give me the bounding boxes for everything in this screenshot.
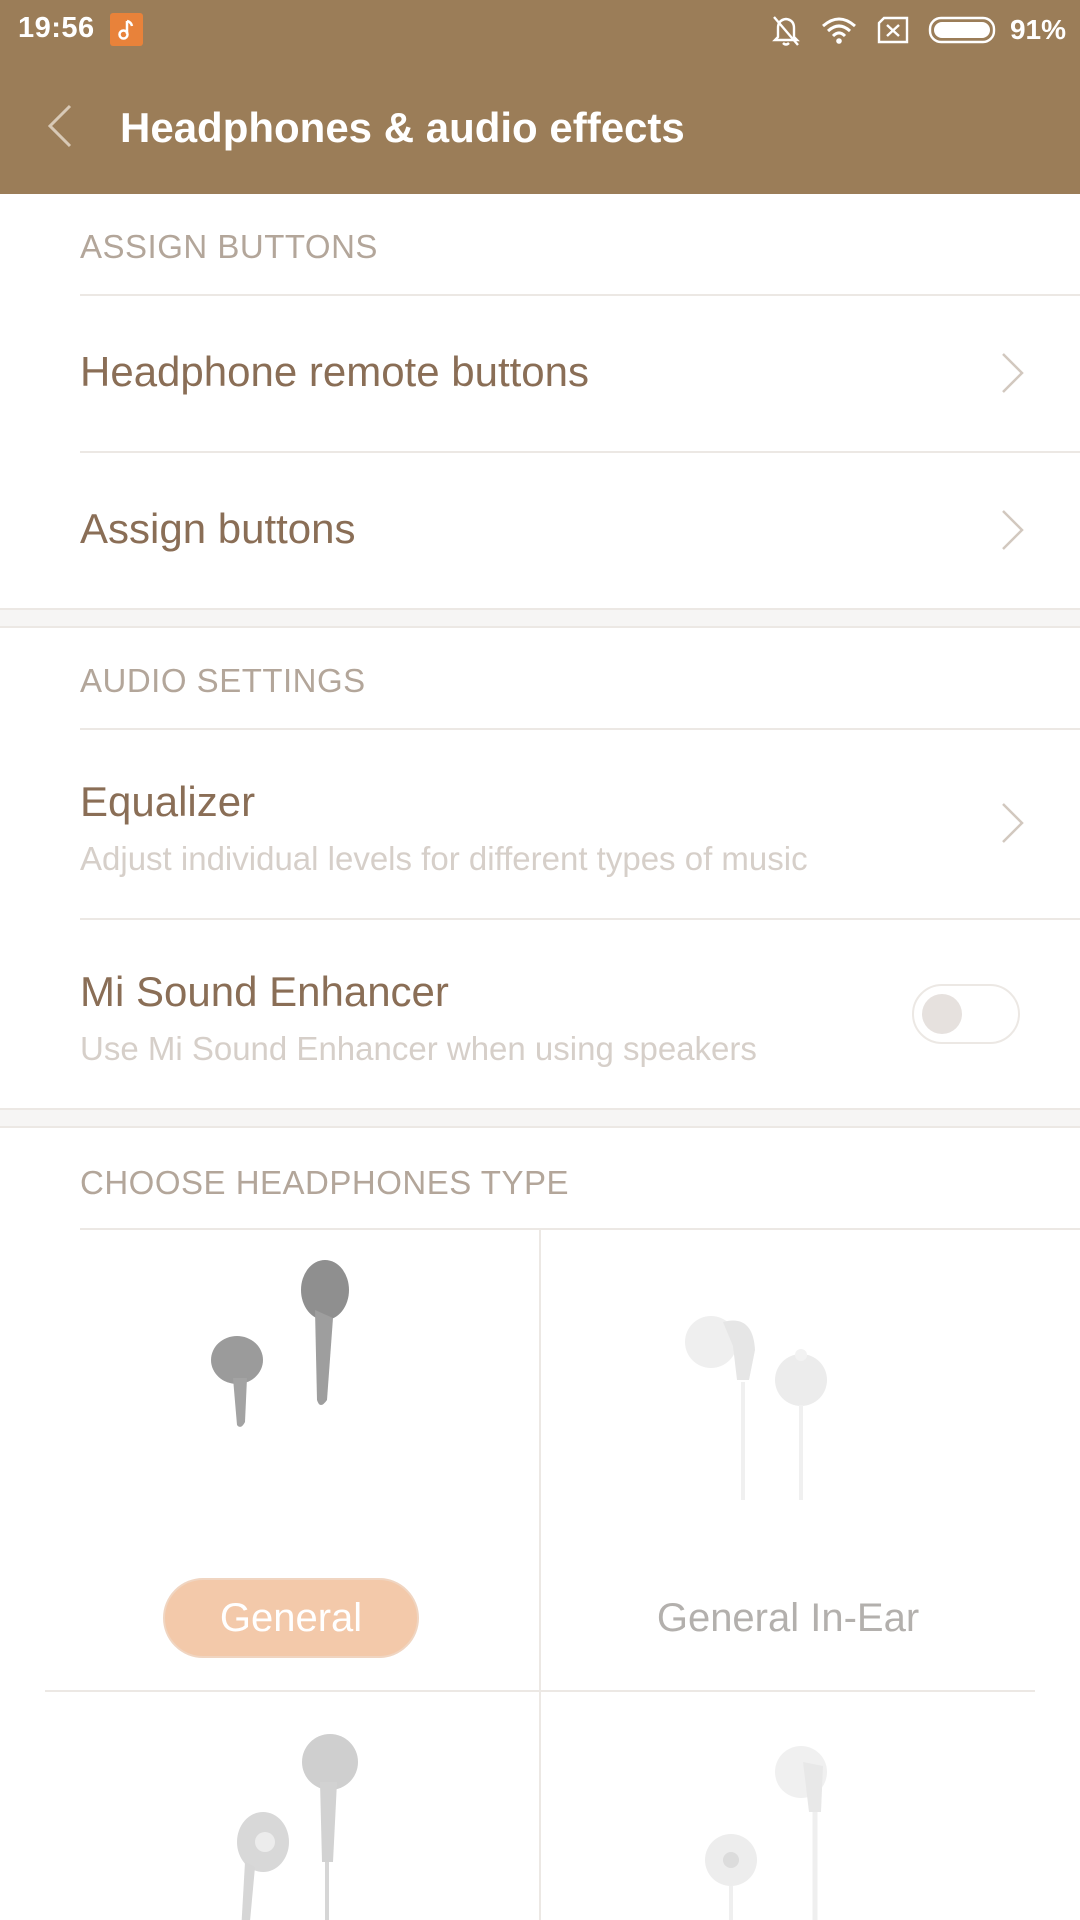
page-title: Headphones & audio effects: [120, 104, 685, 151]
chevron-left-icon: [47, 104, 72, 148]
in-ear-earbuds-icon: [685, 1316, 827, 1500]
mi-sound-enhancer-subtitle: Use Mi Sound Enhancer when using speaker…: [80, 1030, 757, 1067]
headphone-option-3[interactable]: [45, 1692, 539, 1920]
screen: 19:56 91% Headphones & audio effects ASS…: [0, 0, 1080, 1920]
equalizer-subtitle: Adjust individual levels for different t…: [80, 840, 808, 877]
headphone-remote-buttons-row[interactable]: Headphone remote buttons: [0, 296, 1080, 451]
equalizer-row[interactable]: Equalizer Adjust individual levels for d…: [0, 730, 1080, 918]
battery-icon: [928, 15, 1000, 45]
section-separator: [0, 1108, 1080, 1128]
headphones-type-section: CHOOSE HEADPHONES TYPE General General I…: [0, 1128, 1080, 1920]
mi-sound-enhancer-toggle[interactable]: [912, 984, 1020, 1044]
toggle-knob: [922, 994, 962, 1034]
mi-sound-enhancer-row: Mi Sound Enhancer Use Mi Sound Enhancer …: [0, 920, 1080, 1108]
assign-buttons-row[interactable]: Assign buttons: [0, 453, 1080, 608]
bell-muted-icon: [770, 13, 802, 47]
mi-sound-enhancer-label: Mi Sound Enhancer: [80, 968, 449, 1015]
headphone-option-general-in-ear-label: General In-Ear: [656, 1596, 920, 1640]
headphone-option-4[interactable]: [541, 1692, 1035, 1920]
headphone-remote-buttons-label: Headphone remote buttons: [80, 348, 590, 395]
music-app-icon: [110, 13, 143, 46]
wifi-icon: [820, 15, 858, 45]
headphone-option-general[interactable]: General: [45, 1230, 539, 1690]
section-header-audio-settings: AUDIO SETTINGS: [80, 662, 366, 699]
back-button[interactable]: [34, 96, 86, 156]
earbuds-general-icon: [211, 1260, 349, 1475]
headphone-option-general-in-ear[interactable]: General In-Ear: [541, 1230, 1035, 1690]
assign-buttons-section: ASSIGN BUTTONS Headphone remote buttons …: [0, 194, 1080, 608]
in-ear-earbuds-icon: [705, 1746, 827, 1920]
headphone-option-general-label: General: [163, 1578, 419, 1658]
earbuds-icon: [237, 1734, 358, 1920]
top-bar: 19:56 91% Headphones & audio effects: [0, 0, 1080, 194]
section-header-headphones-type: CHOOSE HEADPHONES TYPE: [80, 1164, 570, 1201]
chevron-right-icon: [1002, 803, 1024, 843]
status-bar: 19:56 91%: [0, 0, 1080, 60]
battery-percent: 91%: [1009, 14, 1066, 45]
section-separator: [0, 608, 1080, 628]
status-time: 19:56: [18, 12, 95, 44]
no-sim-icon: [876, 15, 910, 45]
chevron-right-icon: [1002, 353, 1024, 393]
app-bar: Headphones & audio effects: [0, 60, 1080, 194]
equalizer-label: Equalizer: [80, 778, 256, 825]
chevron-right-icon: [1002, 510, 1024, 550]
assign-buttons-label: Assign buttons: [80, 505, 356, 552]
status-icons: 91%: [752, 12, 1066, 48]
section-header-assign-buttons: ASSIGN BUTTONS: [80, 228, 378, 265]
audio-settings-section: AUDIO SETTINGS Equalizer Adjust individu…: [0, 628, 1080, 1108]
